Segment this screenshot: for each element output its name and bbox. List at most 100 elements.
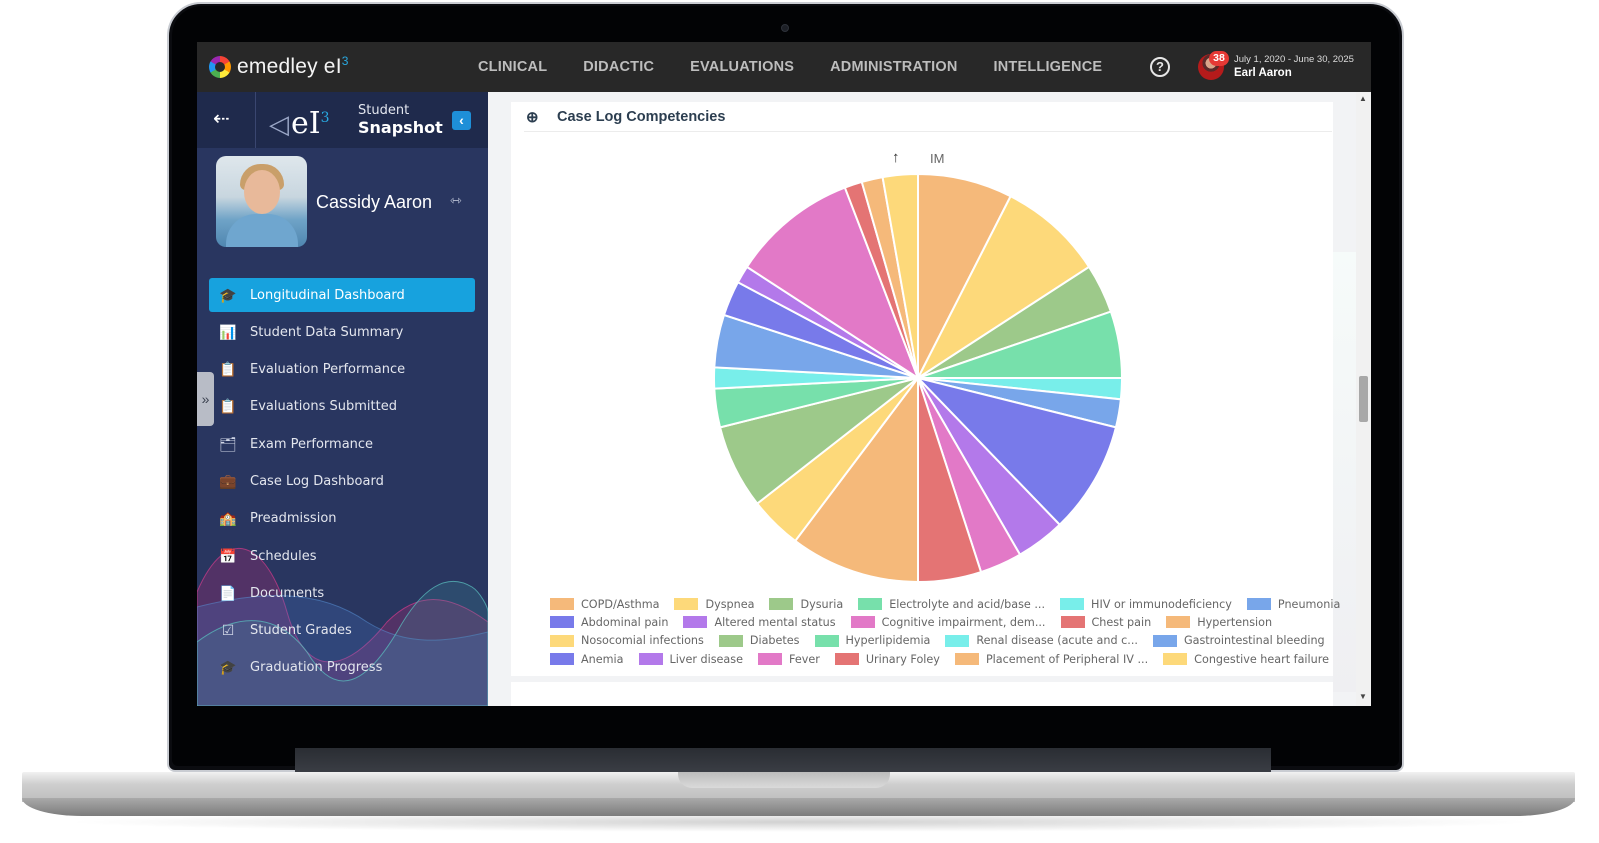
legend-label: Liver disease xyxy=(669,652,744,666)
legend-item[interactable]: Anemia xyxy=(550,653,624,666)
legend-item[interactable]: Dyspnea xyxy=(674,598,754,611)
exit-icon[interactable]: ⇠ xyxy=(213,108,239,130)
zoom-in-icon[interactable]: ⊕ xyxy=(526,108,539,126)
legend-item[interactable]: Chest pain xyxy=(1060,616,1151,629)
nav-didactic[interactable]: DIDACTIC xyxy=(583,59,654,75)
nav-evaluations[interactable]: EVALUATIONS xyxy=(690,59,794,75)
legend-swatch xyxy=(858,598,883,611)
legend-item[interactable]: Diabetes xyxy=(718,634,800,648)
legend-row: COPD/Asthma Dyspnea Dysuria Electrolyte and… xyxy=(550,595,1340,613)
sidebar-item-longitudinal-dashboard[interactable]: 🎓 Longitudinal Dashboard xyxy=(209,278,475,312)
legend-item[interactable]: Nosocomial infections xyxy=(550,634,704,647)
legend-swatch xyxy=(1060,616,1085,629)
legend-item[interactable]: Fever xyxy=(758,653,820,666)
legend-swatch xyxy=(550,616,574,629)
brand[interactable]: emedley eI3 xyxy=(209,54,349,79)
expand-panel-handle[interactable]: » xyxy=(197,372,214,426)
legend-swatch xyxy=(1246,598,1271,611)
legend-item[interactable]: Hypertension xyxy=(1166,616,1272,629)
legend-item[interactable]: Altered mental status xyxy=(683,615,836,629)
notification-badge[interactable]: 38 xyxy=(1209,51,1229,66)
legend-swatch xyxy=(954,653,979,666)
academic-period[interactable]: July 1, 2020 - June 30, 2025 xyxy=(1234,54,1354,65)
nav-intelligence[interactable]: INTELLIGENCE xyxy=(994,59,1103,75)
sidebar-item-label: Schedules xyxy=(250,548,317,564)
emedley-logo-icon xyxy=(209,55,231,78)
legend-label: Diabetes xyxy=(749,634,800,648)
photo-face xyxy=(244,170,280,214)
sidebar-header: ⇠ ◁eI3 Student Snapshot ‹ xyxy=(197,92,488,148)
sidebar-item-student-grades[interactable]: ☑ Student Grades xyxy=(209,614,475,648)
help-icon[interactable]: ? xyxy=(1150,57,1170,77)
legend-item[interactable]: COPD/Asthma xyxy=(550,598,659,611)
sidebar-item-exam-performance[interactable]: 🗂 Exam Performance xyxy=(209,427,475,461)
legend-item[interactable]: Gastrointestinal bleeding xyxy=(1152,634,1325,647)
laptop-base-edge xyxy=(22,798,1575,816)
legend-swatch xyxy=(814,634,839,647)
legend-item[interactable]: Dysuria xyxy=(769,598,843,611)
legend-item[interactable]: HIV or immunodeficiency xyxy=(1060,598,1232,611)
legend-swatch xyxy=(758,653,782,666)
sidebar-item-label: Preadmission xyxy=(250,511,337,527)
sidebar-item-label: Evaluation Performance xyxy=(250,362,406,378)
sidebar-item-schedules[interactable]: 📅 Schedules xyxy=(209,539,475,573)
sidebar-item-student-data-summary[interactable]: 📊 Student Data Summary xyxy=(209,315,475,349)
main-content: ⊕ Case Log Competencies ↑ IM COPD/Asthma… xyxy=(488,92,1371,706)
legend-label: Pneumonia xyxy=(1277,597,1341,611)
scrollbar-thumb[interactable] xyxy=(1359,376,1368,422)
legend-label: COPD/Asthma xyxy=(581,597,660,611)
legend-label: Urinary Foley xyxy=(865,652,940,666)
legend-item[interactable]: Electrolyte and acid/base ... xyxy=(858,598,1045,611)
laptop-notch xyxy=(678,772,890,788)
legend-label: Altered mental status xyxy=(714,615,836,629)
document-icon: 📄 xyxy=(219,584,237,601)
chart-legend: COPD/Asthma Dyspnea Dysuria Electrolyte and… xyxy=(550,595,1340,668)
scroll-up-arrow-icon[interactable]: ▲ xyxy=(1359,94,1367,103)
sidebar: ⇠ ◁eI3 Student Snapshot ‹ Cassidy Aaron … xyxy=(197,92,488,706)
snapshot-title-line2: Snapshot xyxy=(358,118,443,137)
legend-item[interactable]: Placement of Peripheral IV ... xyxy=(954,653,1148,666)
legend-label: Nosocomial infections xyxy=(581,634,704,648)
app-screen: emedley eI3 CLINICAL DIDACTIC EVALUATION… xyxy=(197,42,1371,706)
nav-administration[interactable]: ADMINISTRATION xyxy=(830,59,957,75)
switch-student-icon[interactable]: ⇿ xyxy=(450,192,462,209)
legend-label: Anemia xyxy=(581,652,624,666)
legend-item[interactable]: Pneumonia xyxy=(1246,597,1341,611)
legend-label: Electrolyte and acid/base ... xyxy=(889,597,1046,611)
graduation-cap-icon: 🎓 xyxy=(219,659,237,676)
legend-swatch xyxy=(1163,653,1188,666)
sidebar-item-label: Longitudinal Dashboard xyxy=(250,287,405,303)
legend-label: Hypertension xyxy=(1197,615,1273,629)
legend-swatch xyxy=(718,634,743,647)
card-title: Case Log Competencies xyxy=(557,109,726,125)
legend-item[interactable]: Abdominal pain xyxy=(550,616,668,629)
nav-clinical[interactable]: CLINICAL xyxy=(478,59,547,75)
legend-item[interactable]: Renal disease (acute and c... xyxy=(945,634,1138,647)
sidebar-item-case-log-dashboard[interactable]: 💼 Case Log Dashboard xyxy=(209,464,475,498)
legend-label: HIV or immunodeficiency xyxy=(1091,597,1232,611)
legend-swatch xyxy=(1166,616,1191,629)
drill-up-arrow-icon[interactable]: ↑ xyxy=(892,149,900,166)
background-decoration xyxy=(1333,252,1356,692)
chart-icon: 📊 xyxy=(219,323,237,340)
legend-item[interactable]: Liver disease xyxy=(638,652,744,666)
next-card xyxy=(511,682,1333,706)
sidebar-item-graduation-progress[interactable]: 🎓 Graduation Progress xyxy=(209,651,475,685)
collapse-sidebar-button[interactable]: ‹ xyxy=(452,111,471,130)
sidebar-item-documents[interactable]: 📄 Documents xyxy=(209,576,475,610)
legend-item[interactable]: Congestive heart failure xyxy=(1163,653,1329,666)
legend-swatch xyxy=(550,653,574,666)
legend-label: Dyspnea xyxy=(705,597,755,611)
sidebar-item-evaluations-submitted[interactable]: 📋 Evaluations Submitted xyxy=(209,390,475,424)
legend-item[interactable]: Urinary Foley xyxy=(834,652,940,666)
legend-item[interactable]: Hyperlipidemia xyxy=(814,634,930,647)
sidebar-item-label: Case Log Dashboard xyxy=(250,473,384,489)
photo-body xyxy=(226,214,298,247)
user-name[interactable]: Earl Aaron xyxy=(1234,67,1292,79)
legend-item[interactable]: Cognitive impairment, dem... xyxy=(850,616,1046,629)
legend-label: Dysuria xyxy=(800,597,844,611)
sidebar-item-preadmission[interactable]: 🏫 Preadmission xyxy=(209,502,475,536)
legend-swatch xyxy=(674,598,699,611)
scroll-down-arrow-icon[interactable]: ▼ xyxy=(1359,692,1367,701)
sidebar-item-evaluation-performance[interactable]: 📋 Evaluation Performance xyxy=(209,353,475,387)
